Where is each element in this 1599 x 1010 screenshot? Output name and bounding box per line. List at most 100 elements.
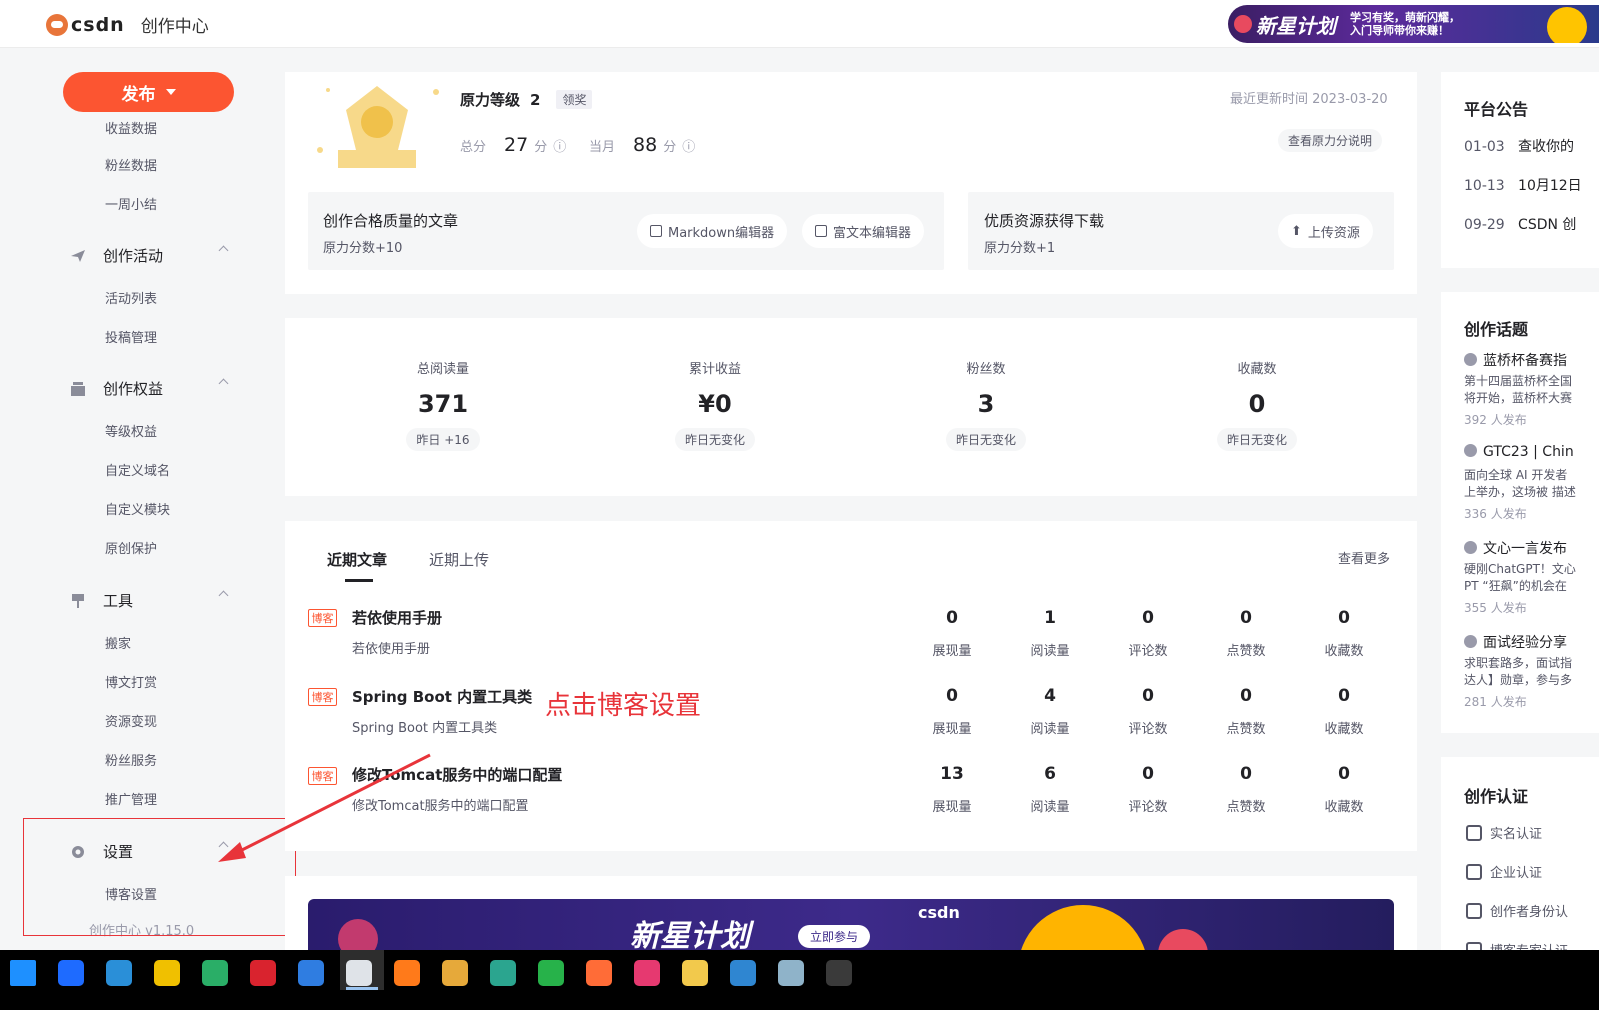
youdao-icon[interactable] (250, 960, 276, 986)
csdn-logo[interactable]: csdn 创作中心 (46, 12, 209, 37)
new-star-bottom-banner[interactable]: 新星计划 立即参与 csdn (308, 899, 1394, 951)
article-title[interactable]: Spring Boot 内置工具类 (352, 686, 532, 707)
view-more-link[interactable]: 查看更多 (1338, 548, 1390, 567)
topic-count: 392 人发布 (1464, 413, 1527, 427)
metric-impressions: 13 展现量 (932, 764, 972, 815)
help-icon[interactable]: ⓘ (682, 136, 695, 155)
k-app-icon[interactable] (58, 960, 84, 986)
postman-icon[interactable] (586, 960, 612, 986)
level-title: 原力等级 (460, 91, 521, 109)
sidebar-item-submissions[interactable]: 投稿管理 (105, 327, 157, 346)
building-icon (1466, 863, 1482, 880)
app-icon[interactable] (442, 960, 468, 986)
upload-resource-button[interactable]: ⬆ 上传资源 (1278, 214, 1373, 248)
level-title-row: 原力等级 2 领奖 (460, 89, 593, 110)
topic-title[interactable]: GTC23 | Chin (1464, 444, 1574, 460)
sidebar-item-migrate[interactable]: 搬家 (105, 633, 131, 652)
file-explorer-icon[interactable] (682, 960, 708, 986)
certification-title: 创作认证 (1464, 787, 1529, 806)
sidebar-group-activities[interactable]: 创作活动 (70, 245, 229, 266)
sidebar-item-fan-service[interactable]: 粉丝服务 (105, 750, 157, 769)
topic-desc: 第十四届蓝桥杯全国 将开始，蓝桥杯大赛 (1464, 374, 1573, 405)
announcement-item[interactable]: 10-13 10月12日 (1464, 175, 1582, 195)
metric-likes: 0 点赞数 (1226, 764, 1266, 815)
hashtag-icon (1464, 444, 1477, 457)
resource-download-sub: 原力分数+1 (984, 241, 1056, 256)
sidebar-item-custom-module[interactable]: 自定义模块 (105, 499, 170, 518)
sidebar-item-fans-data[interactable]: 粉丝数据 (105, 155, 157, 174)
month-score: 当月 88 分 ⓘ (589, 134, 696, 156)
certification-panel: 创作认证 实名认证 企业认证 创作者身份认 博客专家认证 (1441, 757, 1599, 950)
sidebar-item-custom-domain[interactable]: 自定义域名 (105, 460, 170, 479)
last-updated: 最近更新时间 2023-03-20 (1230, 92, 1388, 107)
sidebar-item-earnings[interactable]: 收益数据 (105, 118, 157, 137)
claim-reward-badge[interactable]: 领奖 (556, 90, 593, 109)
article-title[interactable]: 修改Tomcat服务中的端口配置 (352, 764, 562, 785)
metric-favorites: 0 收藏数 (1324, 686, 1364, 737)
topic-desc: 面向全球 AI 开发者 上举办，这场被 描述 (1464, 468, 1576, 499)
sidebar-item-resource-monetize[interactable]: 资源变现 (105, 711, 157, 730)
stat-earnings: 累计收益 ¥0 昨日无变化 (625, 358, 805, 451)
stat-favorites: 收藏数 0 昨日无变化 (1167, 358, 1347, 451)
hbuilder-icon[interactable] (538, 960, 564, 986)
sidebar-group-rights[interactable]: 创作权益 (70, 378, 229, 399)
sidebar-item-activity-list[interactable]: 活动列表 (105, 288, 157, 307)
help-icon[interactable]: ⓘ (553, 136, 566, 155)
topic-desc: 求职套路多，面试指 达人】勋章，参与多 (1464, 656, 1573, 687)
stat-total-reads: 总阅读量 371 昨日 +16 (353, 358, 533, 451)
join-now-button[interactable]: 立即参与 (798, 925, 871, 948)
tab-recent-uploads[interactable]: 近期上传 (429, 549, 489, 570)
vmware-icon[interactable] (730, 960, 756, 986)
bottom-banner-logo: csdn (918, 903, 960, 922)
sidebar-item-reward[interactable]: 博文打赏 (105, 672, 157, 691)
topic-title[interactable]: 面试经验分享 (1464, 632, 1567, 652)
datagrip-icon[interactable] (490, 960, 516, 986)
terminal-icon[interactable] (826, 960, 852, 986)
gift-icon (71, 381, 85, 396)
cert-realname[interactable]: 实名认证 (1466, 823, 1542, 842)
cert-creator[interactable]: 创作者身份认 (1466, 901, 1568, 920)
intellij-icon[interactable] (634, 960, 660, 986)
tab-recent-articles[interactable]: 近期文章 (327, 549, 387, 570)
topic-count: 336 人发布 (1464, 507, 1527, 521)
announcement-title: 平台公告 (1464, 100, 1529, 119)
publish-button[interactable]: 发布 (63, 72, 234, 112)
markdown-editor-button[interactable]: Markdown编辑器 (637, 214, 788, 248)
planet-icon (1547, 7, 1587, 43)
wechat-icon[interactable] (202, 960, 228, 986)
metric-impressions: 0 展现量 (932, 686, 972, 737)
metric-reads: 1 阅读量 (1030, 608, 1070, 659)
announcement-panel: 平台公告 01-03 查收你的 10-13 10月12日 09-29 CSDN … (1441, 72, 1599, 268)
metric-comments: 0 评论数 (1128, 686, 1168, 737)
sidebar-item-level-rights[interactable]: 等级权益 (105, 421, 157, 440)
notepad-icon[interactable] (778, 960, 804, 986)
cert-enterprise[interactable]: 企业认证 (1466, 862, 1542, 881)
level-badge-illustration (317, 86, 439, 168)
document-icon (815, 225, 827, 237)
explain-score-button[interactable]: 查看原力分说明 (1278, 129, 1383, 152)
cert-blog-expert[interactable]: 博客专家认证 (1466, 940, 1568, 950)
firefox-icon[interactable] (394, 960, 420, 986)
shield-icon (1466, 902, 1482, 919)
sidebar-group-tools[interactable]: 工具 (70, 590, 229, 611)
windows-start-icon[interactable] (10, 960, 36, 986)
vscode-icon[interactable] (298, 960, 324, 986)
announcement-item[interactable]: 01-03 查收你的 (1464, 136, 1574, 156)
new-star-banner[interactable]: 新星计划 学习有奖，萌新闪耀， 入门导师带你来赚！ (1228, 5, 1599, 43)
topic-title[interactable]: 蓝桥杯备赛指 (1464, 350, 1567, 370)
tools-icon (72, 593, 84, 608)
sidebar-item-promotion[interactable]: 推广管理 (105, 789, 157, 808)
article-title[interactable]: 若依使用手册 (352, 607, 442, 628)
topic-title[interactable]: 文心一言发布 (1464, 538, 1567, 558)
resource-download-title: 优质资源获得下载 (984, 212, 1105, 230)
sidebar-item-original-protection[interactable]: 原创保护 (105, 538, 157, 557)
richtext-editor-button[interactable]: 富文本编辑器 (802, 214, 925, 248)
qq-icon[interactable] (154, 960, 180, 986)
chevron-up-icon (218, 590, 229, 601)
chrome-icon[interactable] (346, 960, 372, 986)
announcement-item[interactable]: 09-29 CSDN 创 (1464, 214, 1576, 234)
logo-icon (46, 13, 68, 36)
metric-reads: 6 阅读量 (1030, 764, 1070, 815)
sidebar-item-weekly-summary[interactable]: 一周小结 (105, 194, 157, 213)
edge-icon[interactable] (106, 960, 132, 986)
